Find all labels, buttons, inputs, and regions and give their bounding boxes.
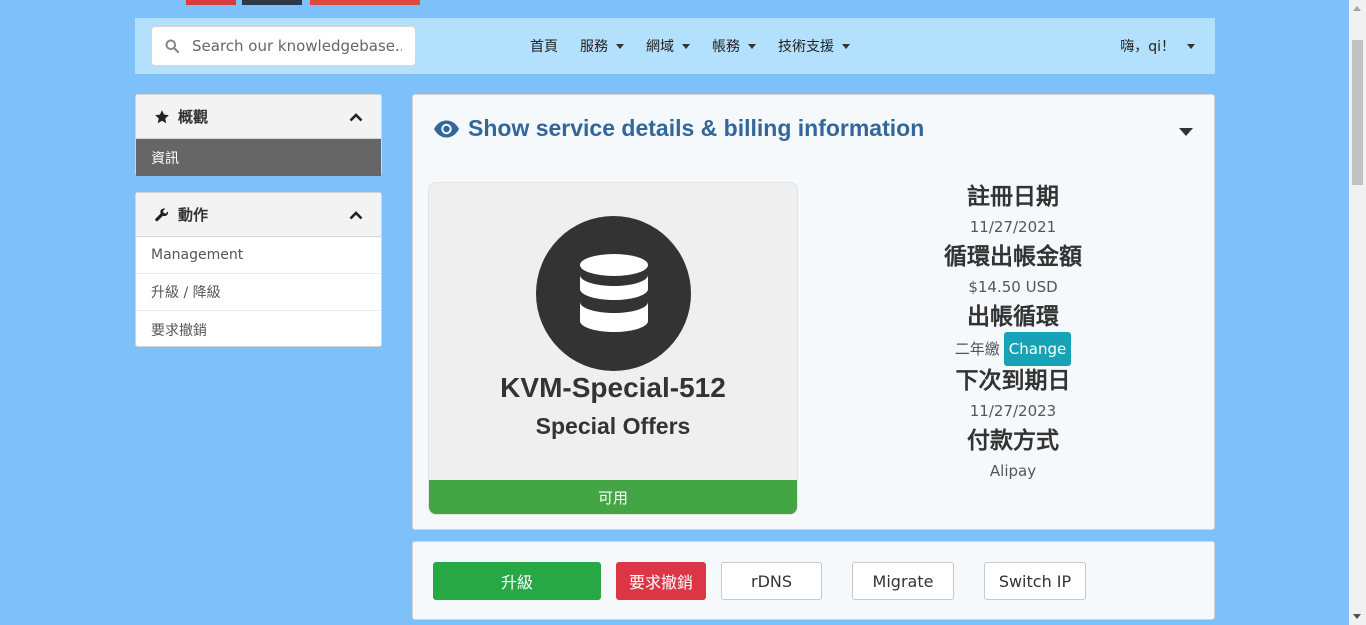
user-menu[interactable]: 嗨，qi！: [1120, 18, 1195, 74]
caret-down-icon: [1187, 43, 1195, 49]
product-group: Special Offers: [535, 413, 691, 439]
sidebar-item-request-cancellation[interactable]: 要求撤銷: [136, 311, 381, 348]
nav-domains-label: 網域: [646, 39, 674, 55]
billing-cycle-value: 二年繳: [954, 340, 1000, 358]
page-scrollbar[interactable]: [1349, 0, 1366, 625]
next-due-date-value: 11/27/2023: [969, 402, 1057, 420]
request-cancellation-button[interactable]: 要求撤銷: [616, 562, 706, 600]
actions-panel-header[interactable]: 動作: [136, 193, 381, 237]
overview-panel: 概觀 資訊: [135, 94, 382, 176]
sidebar-item-label: 升級 / 降級: [151, 285, 221, 301]
sidebar-item-upgrade-downgrade[interactable]: 升級 / 降級: [136, 274, 381, 311]
sidebar-item-label: Management: [151, 247, 244, 263]
recurring-amount-value: $14.50 USD: [968, 278, 1058, 296]
product-name: KVM-Special-512: [500, 372, 726, 403]
nav-services-label: 服務: [580, 39, 608, 55]
user-greeting: 嗨，qi！: [1120, 39, 1175, 55]
sidebar-item-info[interactable]: 資訊: [136, 139, 381, 176]
caret-down-icon: [842, 43, 850, 49]
status-badge: 可用: [429, 480, 797, 514]
eye-icon: [433, 119, 460, 139]
actions-panel: 動作 Management 升級 / 降級 要求撤銷: [135, 192, 382, 347]
nav-support[interactable]: 技術支援: [778, 36, 850, 56]
database-icon: [536, 216, 691, 371]
service-details-card: Show service details & billing informati…: [412, 94, 1215, 530]
wrench-icon: [154, 207, 178, 223]
payment-method-label: 付款方式: [967, 428, 1059, 454]
billing-info: 註冊日期 11/27/2021 循環出帳金額 $14.50 USD 出帳循環 二…: [843, 182, 1183, 486]
service-details-toggle[interactable]: Show service details & billing informati…: [433, 115, 924, 142]
chevron-up-icon[interactable]: [349, 108, 363, 126]
billing-cycle-row: 二年繳 Change: [843, 332, 1183, 366]
migrate-button[interactable]: Migrate: [852, 562, 954, 600]
payment-method-value: Alipay: [989, 462, 1037, 480]
nav-billing-label: 帳務: [712, 39, 740, 55]
nav-home-label: 首頁: [530, 39, 558, 55]
sidebar-item-management[interactable]: Management: [136, 237, 381, 274]
scrollbar-thumb[interactable]: [1352, 40, 1363, 185]
registration-date-label: 註冊日期: [967, 184, 1059, 210]
caret-down-icon[interactable]: [1179, 128, 1193, 136]
next-due-date-label: 下次到期日: [955, 368, 1071, 394]
action-buttons-card: 升級 要求撤銷 rDNS Migrate Switch IP: [412, 541, 1215, 620]
search-icon: [152, 39, 192, 53]
registration-date-value: 11/27/2021: [969, 218, 1057, 236]
switch-ip-button[interactable]: Switch IP: [984, 562, 1086, 600]
rdns-button[interactable]: rDNS: [721, 562, 822, 600]
sidebar-item-label: 資訊: [151, 150, 179, 167]
billing-cycle-label: 出帳循環: [967, 304, 1059, 330]
recurring-amount-label: 循環出帳金額: [944, 244, 1082, 270]
upgrade-button[interactable]: 升級: [433, 562, 601, 600]
actions-title: 動作: [178, 206, 209, 224]
nav-billing[interactable]: 帳務: [712, 36, 756, 56]
caret-down-icon: [616, 43, 624, 49]
nav-services[interactable]: 服務: [580, 36, 624, 56]
search-box[interactable]: [151, 26, 416, 66]
change-cycle-button[interactable]: Change: [1003, 332, 1072, 366]
nav-home[interactable]: 首頁: [530, 36, 558, 56]
product-box: KVM-Special-512 Special Offers 可用: [428, 182, 798, 515]
caret-down-icon: [682, 43, 690, 49]
nav-support-label: 技術支援: [778, 39, 834, 55]
site-logo[interactable]: [186, 0, 420, 5]
chevron-up-icon[interactable]: [349, 206, 363, 224]
caret-down-icon: [748, 43, 756, 49]
overview-panel-header[interactable]: 概觀: [136, 95, 381, 139]
scroll-down-icon[interactable]: [1353, 614, 1361, 619]
search-input[interactable]: [192, 37, 402, 55]
main-menu: 首頁 服務 網域 帳務 技術支援: [530, 18, 872, 74]
sidebar-item-label: 要求撤銷: [151, 322, 207, 339]
star-icon: [154, 109, 178, 125]
nav-domains[interactable]: 網域: [646, 36, 690, 56]
overview-title: 概觀: [178, 108, 209, 126]
service-details-title: Show service details & billing informati…: [468, 115, 925, 141]
scroll-up-icon[interactable]: [1353, 6, 1361, 11]
top-navbar: 首頁 服務 網域 帳務 技術支援 嗨，qi！: [135, 18, 1215, 74]
